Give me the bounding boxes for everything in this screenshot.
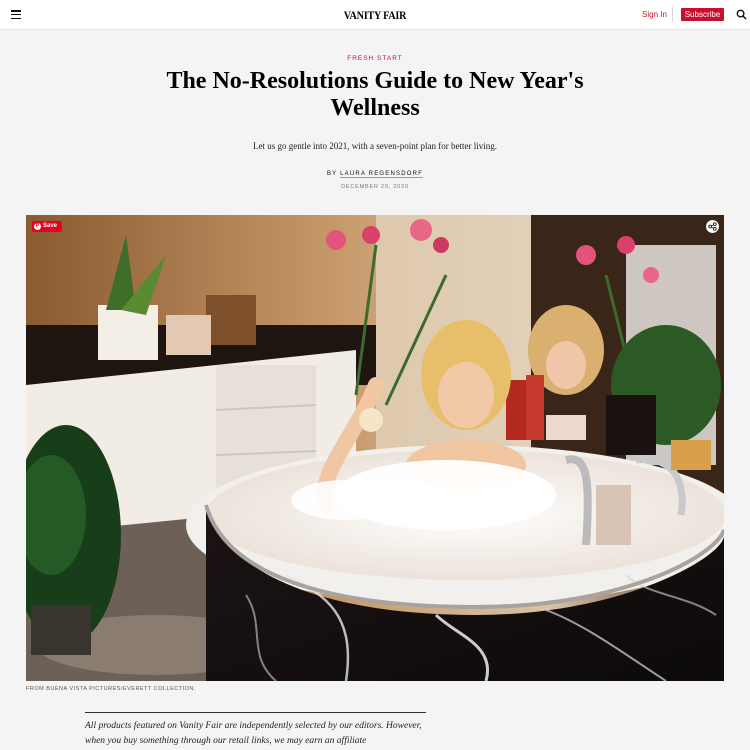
header-divider: [672, 7, 673, 22]
article-rubric[interactable]: FRESH START: [0, 55, 750, 62]
pinterest-save-button[interactable]: P Save: [32, 221, 63, 232]
share-icon[interactable]: [706, 220, 719, 233]
search-icon[interactable]: [736, 9, 747, 20]
hero-photo-illustration: [26, 215, 724, 681]
site-logo[interactable]: VANITY FAIR: [56, 8, 694, 23]
byline: BY LAURA REGENSDORF: [0, 171, 750, 178]
pinterest-icon: P: [34, 223, 41, 230]
sign-in-link[interactable]: Sign In: [642, 10, 667, 19]
site-header: VANITY FAIR Sign In Subscribe: [0, 0, 750, 30]
article-headline: The No-Resolutions Guide to New Year's W…: [166, 68, 584, 121]
article-dek: Let us go gentle into 2021, with a seven…: [253, 141, 497, 151]
photo-credit: FROM BUENA VISTA PICTURES/EVERETT COLLEC…: [26, 686, 196, 692]
publish-date: DECEMBER 29, 2020: [341, 184, 409, 190]
affiliate-disclaimer: All products featured on Vanity Fair are…: [85, 721, 422, 746]
byline-prefix: BY: [326, 171, 338, 177]
hamburger-menu-icon[interactable]: [11, 10, 21, 20]
subscribe-button[interactable]: Subscribe: [681, 8, 724, 21]
author-link[interactable]: LAURA REGENSDORF: [340, 171, 424, 178]
pinterest-save-label: Save: [43, 223, 58, 229]
hero-image[interactable]: P Save: [26, 215, 724, 681]
disclaimer-divider: [85, 712, 426, 713]
